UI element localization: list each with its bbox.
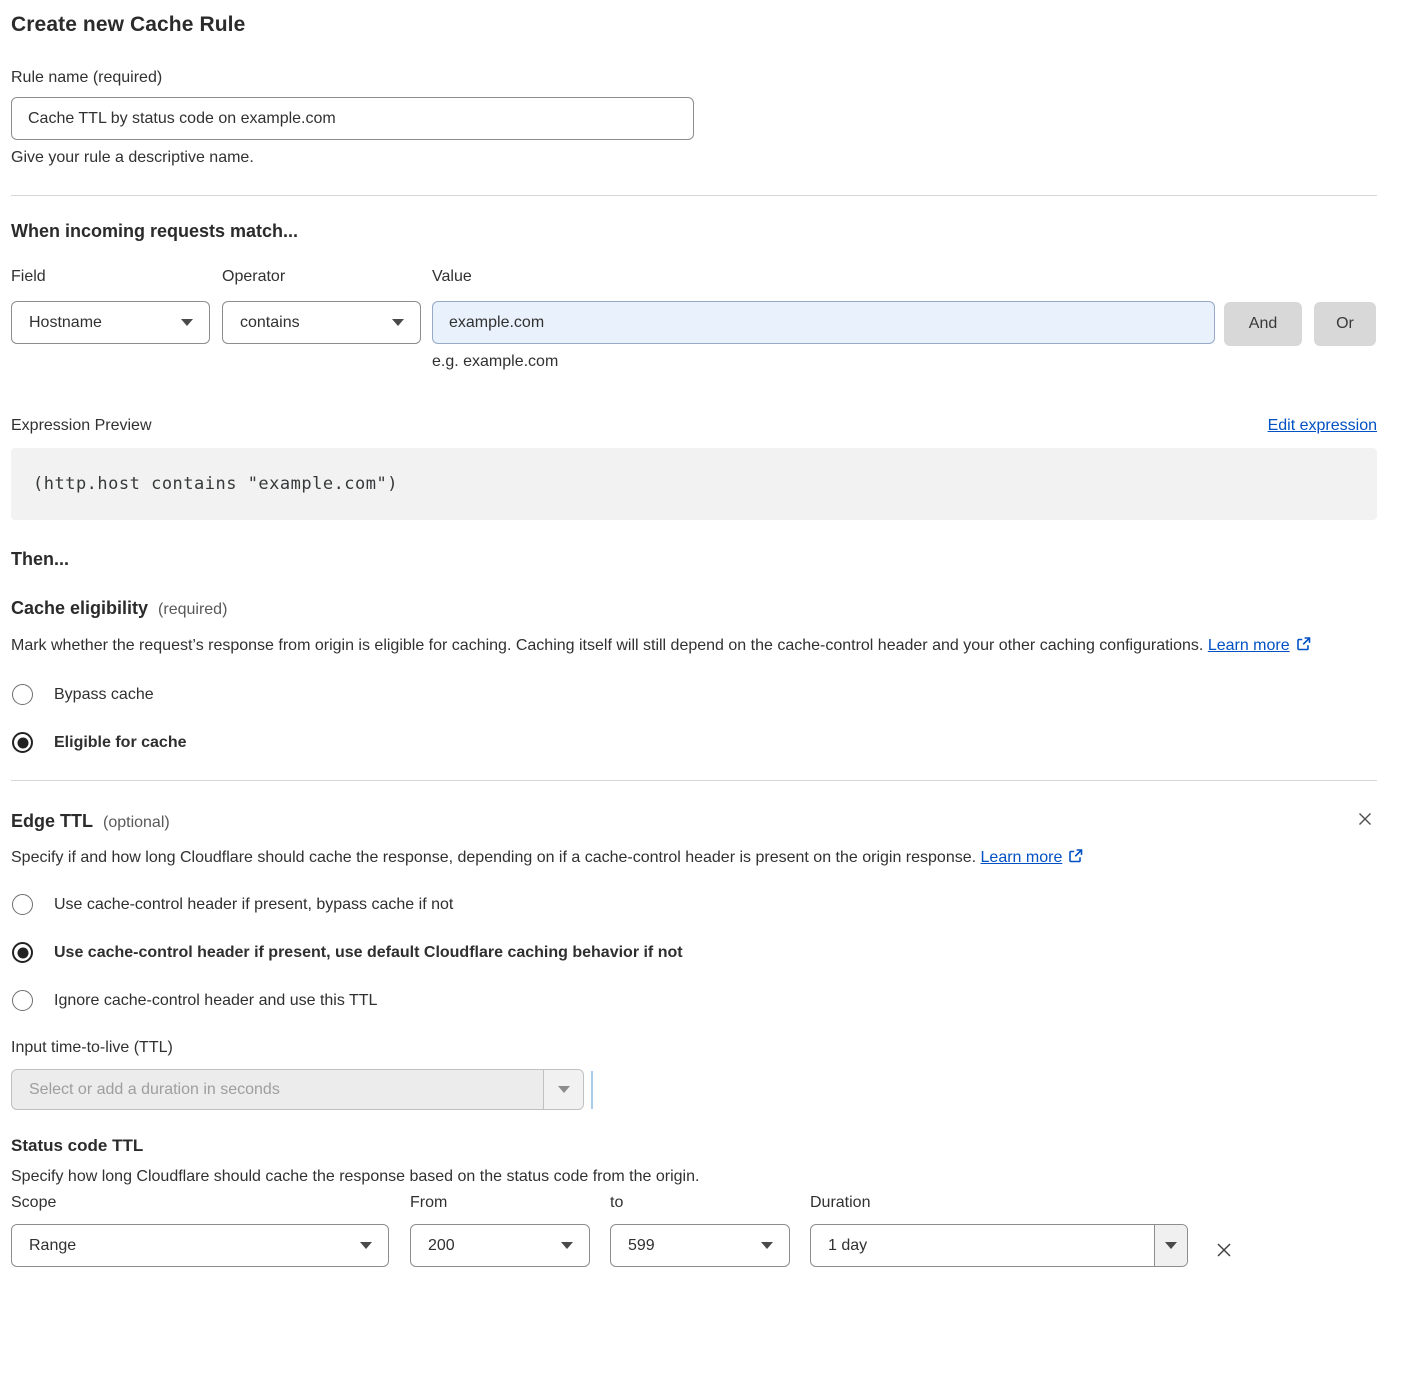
duration-select-value: 1 day xyxy=(811,1237,1154,1255)
required-badge: (required) xyxy=(158,601,227,619)
radio-label: Bypass cache xyxy=(54,686,154,704)
value-input[interactable] xyxy=(432,301,1215,344)
page-title: Create new Cache Rule xyxy=(11,13,1377,37)
to-label: to xyxy=(610,1194,790,1212)
from-label: From xyxy=(410,1194,590,1212)
radio-ignore-cache-control[interactable]: Ignore cache-control header and use this… xyxy=(11,990,1377,1011)
from-select-value: 200 xyxy=(428,1237,455,1255)
chevron-down-icon xyxy=(761,1242,773,1249)
ttl-duration-select[interactable]: Select or add a duration in seconds xyxy=(11,1069,584,1110)
rule-name-input[interactable] xyxy=(11,97,694,140)
edge-ttl-description: Specify if and how long Cloudflare shoul… xyxy=(11,844,1351,872)
learn-more-link[interactable]: Learn more xyxy=(981,849,1063,866)
radio-use-cache-control-bypass[interactable]: Use cache-control header if present, byp… xyxy=(11,894,1377,915)
edge-ttl-header: Edge TTL (optional) xyxy=(11,781,1377,834)
text-cursor xyxy=(591,1071,593,1109)
chevron-down-icon xyxy=(181,319,193,326)
cache-eligibility-header: Cache eligibility (required) xyxy=(11,598,1377,619)
section-divider xyxy=(11,195,1377,196)
radio-use-cache-control-default[interactable]: Use cache-control header if present, use… xyxy=(11,942,1377,963)
value-label: Value xyxy=(432,268,1215,286)
operator-select-value: contains xyxy=(240,314,300,332)
then-heading: Then... xyxy=(11,549,1377,570)
to-select-value: 599 xyxy=(628,1237,655,1255)
edit-expression-link[interactable]: Edit expression xyxy=(1268,417,1377,435)
status-code-ttl-row: Scope Range From 200 to 599 Duration 1 d… xyxy=(11,1194,1377,1267)
match-condition-row: Field Hostname Operator contains Value e… xyxy=(11,268,1377,371)
from-select[interactable]: 200 xyxy=(410,1224,590,1267)
value-column: Value e.g. example.com xyxy=(432,268,1215,371)
from-column: From 200 xyxy=(410,1194,590,1267)
status-code-ttl-description: Specify how long Cloudflare should cache… xyxy=(11,1168,1377,1186)
radio-icon xyxy=(12,894,33,915)
cache-eligibility-options: Bypass cache Eligible for cache xyxy=(11,684,1377,753)
external-link-icon xyxy=(1067,847,1084,864)
radio-label: Use cache-control header if present, byp… xyxy=(54,896,453,914)
cache-eligibility-title: Cache eligibility xyxy=(11,598,148,619)
radio-icon xyxy=(12,732,33,753)
external-link-icon xyxy=(1295,635,1312,652)
edge-ttl-title: Edge TTL xyxy=(11,811,93,832)
radio-icon xyxy=(12,990,33,1011)
chevron-down-icon xyxy=(1165,1242,1177,1249)
chevron-down-icon xyxy=(360,1242,372,1249)
match-heading: When incoming requests match... xyxy=(11,221,1377,242)
cache-eligibility-description: Mark whether the request’s response from… xyxy=(11,632,1351,660)
rule-name-help: Give your rule a descriptive name. xyxy=(11,149,1377,167)
ttl-input-wrap: Select or add a duration in seconds xyxy=(11,1069,1377,1110)
dropdown-arrow-segment[interactable] xyxy=(1154,1225,1187,1266)
to-select[interactable]: 599 xyxy=(610,1224,790,1267)
edge-ttl-options: Use cache-control header if present, byp… xyxy=(11,894,1377,1011)
rule-name-group: Rule name (required) Give your rule a de… xyxy=(11,69,1377,167)
optional-badge: (optional) xyxy=(103,814,170,832)
edge-ttl-title-row: Edge TTL (optional) xyxy=(11,811,170,832)
learn-more-link[interactable]: Learn more xyxy=(1208,637,1290,654)
or-button[interactable]: Or xyxy=(1314,302,1376,346)
duration-label: Duration xyxy=(810,1194,1188,1212)
scope-label: Scope xyxy=(11,1194,389,1212)
close-icon[interactable] xyxy=(1353,807,1377,834)
radio-bypass-cache[interactable]: Bypass cache xyxy=(11,684,1377,705)
duration-select[interactable]: 1 day xyxy=(810,1224,1188,1267)
chevron-down-icon xyxy=(558,1086,570,1093)
dropdown-arrow-segment[interactable] xyxy=(543,1070,583,1109)
edge-ttl-description-text: Specify if and how long Cloudflare shoul… xyxy=(11,849,976,866)
scope-select[interactable]: Range xyxy=(11,1224,389,1267)
create-cache-rule-form: Create new Cache Rule Rule name (require… xyxy=(0,0,1412,1297)
operator-column: Operator contains xyxy=(222,268,421,344)
and-button[interactable]: And xyxy=(1224,302,1302,346)
ttl-input-label: Input time-to-live (TTL) xyxy=(11,1039,1377,1057)
remove-row-icon[interactable] xyxy=(1211,1237,1237,1266)
radio-label: Use cache-control header if present, use… xyxy=(54,944,683,962)
operator-label: Operator xyxy=(222,268,421,286)
chevron-down-icon xyxy=(561,1242,573,1249)
field-column: Field Hostname xyxy=(11,268,210,344)
expression-preview-code: (http.host contains "example.com") xyxy=(11,448,1377,520)
radio-icon xyxy=(12,684,33,705)
field-select[interactable]: Hostname xyxy=(11,301,210,344)
operator-select[interactable]: contains xyxy=(222,301,421,344)
radio-label: Eligible for cache xyxy=(54,734,186,752)
radio-eligible-for-cache[interactable]: Eligible for cache xyxy=(11,732,1377,753)
ttl-duration-placeholder: Select or add a duration in seconds xyxy=(12,1081,543,1099)
expression-code-text: (http.host contains "example.com") xyxy=(33,474,398,494)
chevron-down-icon xyxy=(392,319,404,326)
scope-column: Scope Range xyxy=(11,1194,389,1267)
scope-select-value: Range xyxy=(29,1237,76,1255)
field-label: Field xyxy=(11,268,210,286)
duration-column: Duration 1 day xyxy=(810,1194,1188,1267)
expression-preview-header: Expression Preview Edit expression xyxy=(11,417,1377,435)
to-column: to 599 xyxy=(610,1194,790,1267)
value-help: e.g. example.com xyxy=(432,353,1215,371)
ttl-input-group: Input time-to-live (TTL) Select or add a… xyxy=(11,1039,1377,1110)
radio-label: Ignore cache-control header and use this… xyxy=(54,992,377,1010)
cache-eligibility-description-text: Mark whether the request’s response from… xyxy=(11,637,1203,654)
rule-name-label: Rule name (required) xyxy=(11,69,1377,87)
status-code-ttl-title: Status code TTL xyxy=(11,1136,1377,1156)
field-select-value: Hostname xyxy=(29,314,102,332)
radio-icon xyxy=(12,942,33,963)
expression-preview-label: Expression Preview xyxy=(11,417,152,435)
